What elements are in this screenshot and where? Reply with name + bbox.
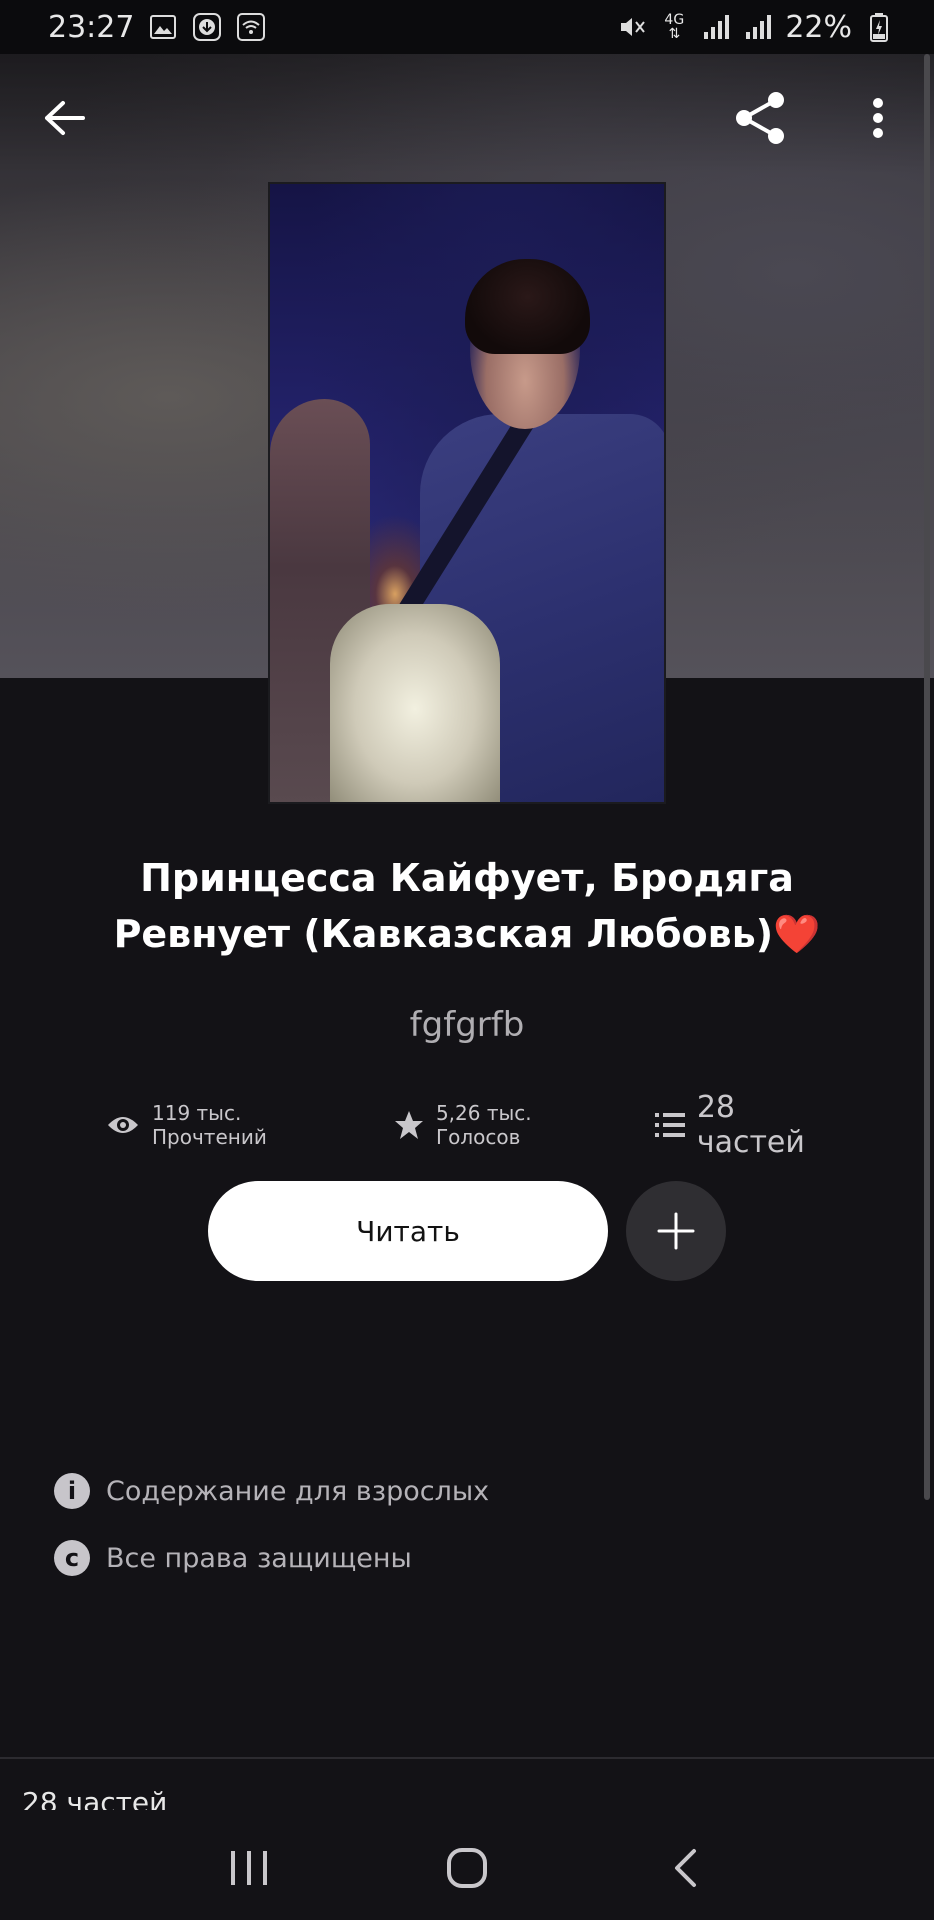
mature-content-label: Содержание для взрослых: [106, 1475, 490, 1507]
cover-figure-hair: [465, 259, 590, 354]
star-icon: [394, 1110, 424, 1140]
story-cover-image[interactable]: [268, 182, 666, 804]
share-icon: [736, 92, 784, 144]
reads-stat: 119 тыс. Прочтений: [106, 1101, 354, 1149]
parts-stat[interactable]: 28 частей: [654, 1090, 846, 1160]
network-4g-icon: 4G ⇅: [659, 12, 689, 42]
cover-figure2-dress: [330, 604, 500, 802]
read-button[interactable]: Читать: [208, 1181, 608, 1281]
eye-icon: [106, 1113, 140, 1137]
system-back-button[interactable]: [645, 1828, 725, 1908]
copyright-row: c Все права защищены: [54, 1540, 412, 1576]
wifi-notification-icon: [236, 12, 266, 42]
copyright-icon: c: [54, 1540, 90, 1576]
story-author[interactable]: fgfgrfb: [0, 1005, 934, 1045]
system-navigation-bar: [0, 1815, 934, 1920]
story-title: Принцесса Кайфует, Бродяга Ревнует (Кавк…: [60, 850, 874, 962]
status-right: 4G ⇅ 22%: [617, 10, 894, 45]
list-icon: [654, 1112, 685, 1138]
download-notification-icon: [192, 12, 222, 42]
story-details-screen: 23:27 4G ⇅ 22% Принцесса Кайфует, Бродяг…: [0, 0, 934, 1920]
chevron-left-icon: [675, 1848, 696, 1887]
more-vertical-icon: [873, 98, 883, 138]
home-icon: [447, 1847, 487, 1888]
share-button[interactable]: [730, 88, 790, 148]
arrow-left-icon: [45, 101, 85, 135]
back-button[interactable]: [34, 88, 94, 148]
parts-section-heading: 28 частей: [22, 1786, 168, 1810]
add-to-library-button[interactable]: [626, 1181, 726, 1281]
home-button[interactable]: [427, 1828, 507, 1908]
parts-count: 28 частей: [696, 1090, 805, 1160]
reads-count: 119 тыс. Прочтений: [152, 1101, 267, 1149]
votes-count: 5,26 тыс. Голосов: [435, 1101, 532, 1149]
network-type: 4G: [664, 12, 685, 28]
story-stats: 119 тыс. Прочтений 5,26 тыс. Голосов 28 …: [106, 1090, 846, 1160]
data-arrows: ⇅: [668, 26, 681, 42]
signal-icon-2: [743, 12, 773, 42]
status-time: 23:27: [48, 9, 135, 45]
mature-content-row: i Содержание для взрослых: [54, 1473, 489, 1509]
more-options-button[interactable]: [848, 88, 908, 148]
section-divider: [0, 1757, 934, 1759]
gallery-notification-icon: [148, 12, 178, 42]
battery-icon: [864, 12, 894, 42]
battery-percent: 22%: [785, 9, 852, 45]
story-title-text: Принцесса Кайфует, Бродяга Ревнует (Кавк…: [113, 856, 794, 956]
copyright-label: Все права защищены: [106, 1542, 412, 1574]
read-button-label: Читать: [356, 1214, 460, 1248]
signal-icon: [701, 12, 731, 42]
status-left: 23:27: [48, 10, 266, 45]
status-bar: 23:27 4G ⇅ 22%: [0, 0, 934, 54]
recents-icon: [231, 1850, 267, 1885]
votes-stat: 5,26 тыс. Голосов: [394, 1101, 615, 1149]
heart-emoji: ❤️: [773, 912, 821, 956]
info-icon: i: [54, 1473, 90, 1509]
mute-icon: [617, 12, 647, 42]
plus-icon: [657, 1212, 695, 1250]
hero-top-shade: [0, 54, 934, 174]
recent-apps-button[interactable]: [209, 1828, 289, 1908]
scrollbar[interactable]: [924, 54, 930, 1500]
